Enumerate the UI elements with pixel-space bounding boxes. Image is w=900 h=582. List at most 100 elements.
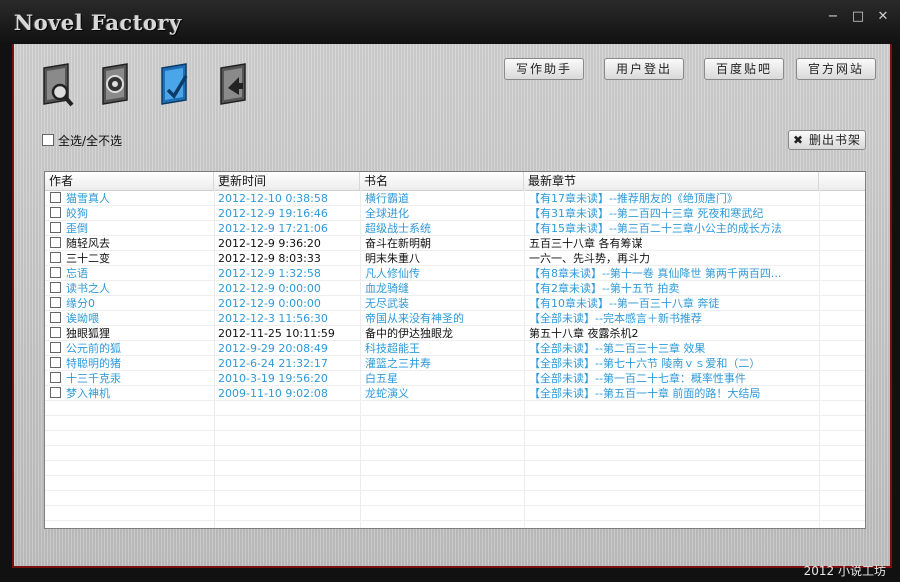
row-checkbox[interactable] xyxy=(50,207,61,218)
row-checkbox[interactable] xyxy=(50,222,61,233)
author-name: 梦入神机 xyxy=(66,387,110,400)
row-divider xyxy=(45,520,865,521)
row-checkbox[interactable] xyxy=(50,282,61,293)
delete-from-shelf-button[interactable]: ✖ 删出书架 xyxy=(788,130,866,150)
table-row[interactable]: 三十二变 2012-12-9 8:03:33 明末朱重八 一六一、先斗势，再斗力 xyxy=(45,251,865,266)
official-site-button[interactable]: 官方网站 xyxy=(796,58,876,80)
latest-chapter-cell: 一六一、先斗势，再斗力 xyxy=(529,252,650,265)
table-row[interactable]: 皎狗 2012-12-9 19:16:46 全球进化 【有31章未读】--第二百四十三… xyxy=(45,206,865,221)
table-row[interactable]: 诶呦喂 2012-12-3 11:56:30 帝国从来没有神圣的 【全部未读】--完本… xyxy=(45,311,865,326)
author-name: 十三千克汞 xyxy=(66,372,121,385)
book-name-cell: 无尽武装 xyxy=(365,297,409,310)
row-divider xyxy=(45,475,865,476)
update-time-cell: 2012-12-9 17:21:06 xyxy=(218,222,328,235)
book-name-cell: 备中的伊达独眼龙 xyxy=(365,327,453,340)
author-name: 特聪明的猪 xyxy=(66,357,121,370)
maximize-button[interactable]: □ xyxy=(851,10,865,24)
update-time-cell: 2012-12-9 19:16:46 xyxy=(218,207,328,220)
table-row[interactable]: 忘语 2012-12-9 1:32:58 凡人修仙传 【有8章未读】--第十一卷 真仙… xyxy=(45,266,865,281)
table-row[interactable]: 独眼狐狸 2012-11-25 10:11:59 备中的伊达独眼龙 第五十八章 夜露杀… xyxy=(45,326,865,341)
author-cell: 梦入神机 xyxy=(50,386,210,401)
row-checkbox[interactable] xyxy=(50,342,61,353)
minimize-button[interactable]: − xyxy=(826,10,840,24)
row-checkbox[interactable] xyxy=(50,387,61,398)
book-name-cell: 灌篮之三井寿 xyxy=(365,357,431,370)
table-row[interactable]: 公元前的狐 2012-9-29 20:08:49 科技超能王 【全部未读】--第二百三… xyxy=(45,341,865,356)
table-row[interactable]: 缘分0 2012-12-9 0:00:00 无尽武装 【有10章未读】--第一百三十八… xyxy=(45,296,865,311)
table-row[interactable]: 十三千克汞 2010-3-19 19:56:20 白五星 【全部未读】--第一百二十七… xyxy=(45,371,865,386)
update-time-cell: 2012-12-9 1:32:58 xyxy=(218,267,321,280)
update-time-cell: 2012-12-9 8:03:33 xyxy=(218,252,321,265)
author-cell: 歪倒 xyxy=(50,221,210,236)
book-name-cell: 科技超能王 xyxy=(365,342,420,355)
author-name: 诶呦喂 xyxy=(66,312,99,325)
author-name: 读书之人 xyxy=(66,282,110,295)
close-button[interactable]: ✕ xyxy=(876,10,890,24)
select-all-control[interactable]: 全选/全不选 xyxy=(42,132,122,149)
row-checkbox[interactable] xyxy=(50,327,61,338)
header-latest-chapter[interactable]: 最新章节 xyxy=(524,172,819,190)
search-book-icon[interactable] xyxy=(36,62,76,108)
book-name-cell: 全球进化 xyxy=(365,207,409,220)
latest-chapter-cell: 【全部未读】--第七十六节 陵南ｖｓ爱和（二） xyxy=(529,357,761,370)
update-book-icon[interactable] xyxy=(213,62,253,108)
table-row[interactable]: 读书之人 2012-12-9 0:00:00 血龙骑缝 【有2章未读】--第十五节 拍… xyxy=(45,281,865,296)
row-checkbox[interactable] xyxy=(50,192,61,203)
author-name: 皎狗 xyxy=(66,207,88,220)
row-checkbox[interactable] xyxy=(50,372,61,383)
author-cell: 三十二变 xyxy=(50,251,210,266)
row-checkbox[interactable] xyxy=(50,297,61,308)
author-name: 歪倒 xyxy=(66,222,88,235)
author-cell: 忘语 xyxy=(50,266,210,281)
select-all-label: 全选/全不选 xyxy=(58,134,123,148)
author-name: 忘语 xyxy=(66,267,88,280)
footer-brand: 2012 小说工坊 xyxy=(803,564,886,578)
table-row[interactable]: 猫雪真人 2012-12-10 0:38:58 横行霸道 【有17章未读】--推荐朋友… xyxy=(45,191,865,206)
update-time-cell: 2012-12-10 0:38:58 xyxy=(218,192,328,205)
logout-button[interactable]: 用户登出 xyxy=(604,58,684,80)
author-cell: 猫雪真人 xyxy=(50,191,210,206)
row-checkbox[interactable] xyxy=(50,357,61,368)
author-cell: 读书之人 xyxy=(50,281,210,296)
author-cell: 特聪明的猪 xyxy=(50,356,210,371)
update-time-cell: 2012-12-9 0:00:00 xyxy=(218,297,321,310)
latest-chapter-cell: 【有8章未读】--第十一卷 真仙降世 第两千两百四... xyxy=(529,267,782,280)
update-time-cell: 2010-3-19 19:56:20 xyxy=(218,372,328,385)
row-checkbox[interactable] xyxy=(50,312,61,323)
app-title: Novel Factory xyxy=(14,10,182,35)
table-row[interactable]: 随轻风去 2012-12-9 9:36:20 奋斗在新明朝 五百三十八章 各有筹谋 xyxy=(45,236,865,251)
row-checkbox[interactable] xyxy=(50,252,61,263)
settings-book-icon[interactable] xyxy=(95,62,135,108)
close-icon: ✖ xyxy=(793,133,805,147)
row-divider xyxy=(45,460,865,461)
book-name-cell: 明末朱重八 xyxy=(365,252,420,265)
table-row[interactable]: 歪倒 2012-12-9 17:21:06 超级战士系统 【有15章未读】--第三百二… xyxy=(45,221,865,236)
add-book-icon[interactable] xyxy=(154,62,194,108)
table-row[interactable]: 特聪明的猪 2012-6-24 21:32:17 灌篮之三井寿 【全部未读】--第七十… xyxy=(45,356,865,371)
row-checkbox[interactable] xyxy=(50,267,61,278)
writing-assistant-button[interactable]: 写作助手 xyxy=(504,58,584,80)
latest-chapter-cell: 【全部未读】--第二百三十三章 效果 xyxy=(529,342,706,355)
baidu-tieba-button[interactable]: 百度贴吧 xyxy=(704,58,784,80)
latest-chapter-cell: 【全部未读】--完本感言＋新书推荐 xyxy=(529,312,702,325)
update-time-cell: 2012-12-9 0:00:00 xyxy=(218,282,321,295)
header-update-time[interactable]: 更新时间 xyxy=(214,172,360,190)
book-name-cell: 帝国从来没有神圣的 xyxy=(365,312,464,325)
author-name: 随轻风去 xyxy=(66,237,110,250)
book-name-cell: 血龙骑缝 xyxy=(365,282,409,295)
latest-chapter-cell: 第五十八章 夜露杀机2 xyxy=(529,327,639,340)
header-author[interactable]: 作者 xyxy=(45,172,214,190)
latest-chapter-cell: 【全部未读】--第五百一十章 前面的路！大结局 xyxy=(529,387,761,400)
update-time-cell: 2012-11-25 10:11:59 xyxy=(218,327,335,340)
header-book-name[interactable]: 书名 xyxy=(360,172,524,190)
latest-chapter-cell: 【有15章未读】--第三百二十三章小公主的成长方法 xyxy=(529,222,782,235)
latest-chapter-cell: 五百三十八章 各有筹谋 xyxy=(529,237,643,250)
latest-chapter-cell: 【有10章未读】--第一百三十八章 奔徒 xyxy=(529,297,720,310)
table-row[interactable]: 梦入神机 2009-11-10 9:02:08 龙蛇演义 【全部未读】--第五百一十章… xyxy=(45,386,865,401)
update-time-cell: 2012-12-9 9:36:20 xyxy=(218,237,321,250)
title-bar[interactable]: Novel Factory − □ ✕ xyxy=(0,0,900,44)
row-checkbox[interactable] xyxy=(50,237,61,248)
row-divider xyxy=(45,505,865,506)
latest-chapter-cell: 【有31章未读】--第二百四十三章 死夜和寒武纪 xyxy=(529,207,764,220)
select-all-checkbox[interactable] xyxy=(42,134,54,146)
